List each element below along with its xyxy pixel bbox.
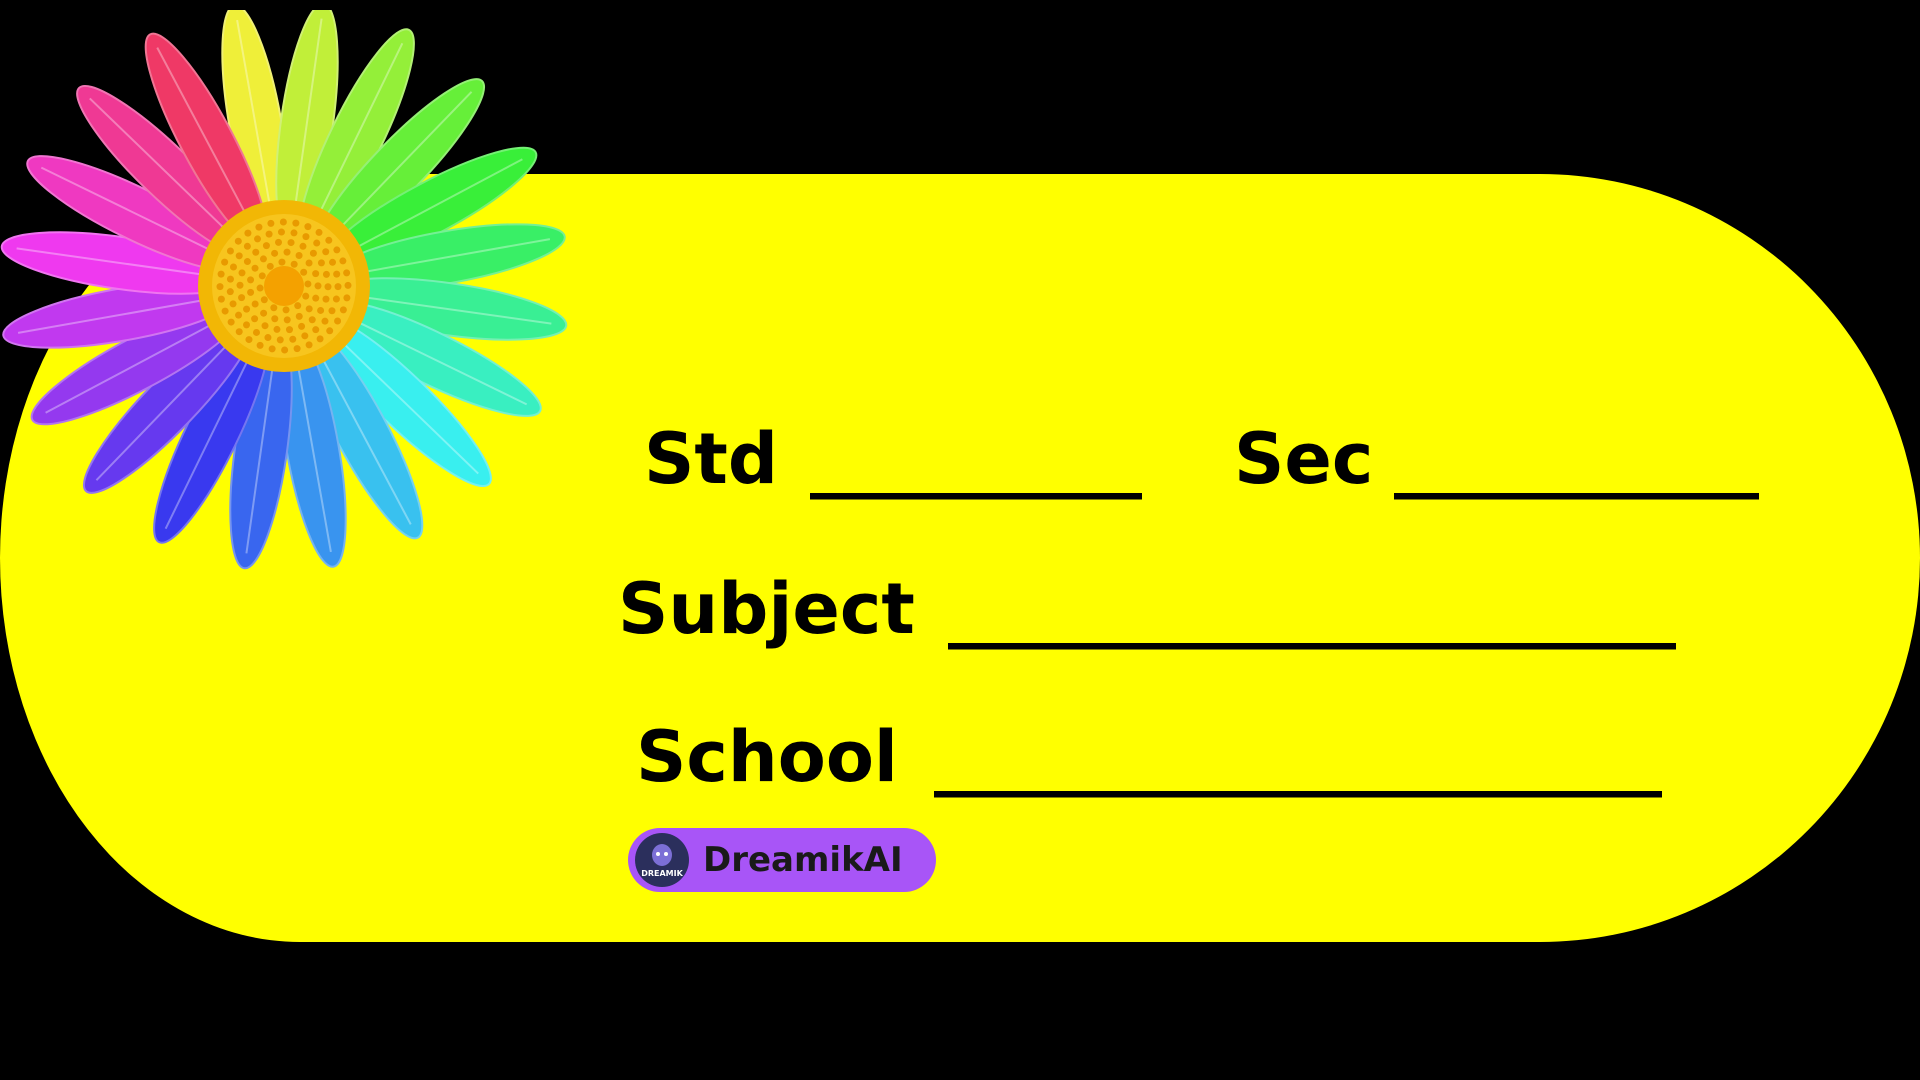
std-blank-line: __________ <box>810 418 1142 500</box>
rainbow-flower-icon <box>0 10 568 570</box>
sec-blank-line: ___________ <box>1394 418 1759 500</box>
badge-text: DreamikAI <box>703 840 903 880</box>
sec-label: Sec <box>1234 418 1374 500</box>
badge-logo-text: DREAMIK <box>641 869 683 878</box>
school-label: School <box>636 716 898 798</box>
dreamik-badge[interactable]: DREAMIK DreamikAI <box>628 828 936 892</box>
dreamik-logo-icon: DREAMIK <box>635 833 689 887</box>
school-blank-line: ______________________ <box>934 716 1662 798</box>
subject-label: Subject <box>618 568 915 650</box>
subject-blank-line: ______________________ <box>948 568 1676 650</box>
std-label: Std <box>644 418 778 500</box>
